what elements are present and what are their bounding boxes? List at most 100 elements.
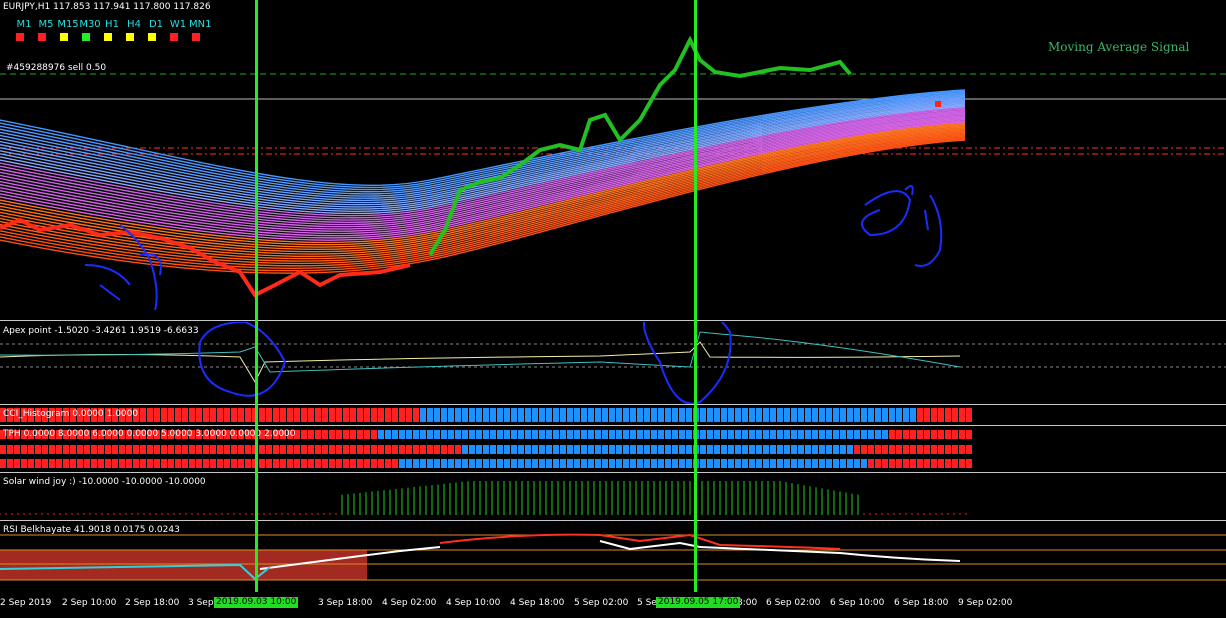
- tph-bar: [609, 459, 615, 468]
- tph-bar: [749, 445, 755, 454]
- tph-bar: [665, 445, 671, 454]
- cci-bar: [294, 408, 300, 422]
- cci-bar: [840, 408, 846, 422]
- tph-bar: [406, 430, 412, 439]
- tph-bar: [847, 459, 853, 468]
- rsi-panel[interactable]: RSI Belkhayate 41.9018 0.0175 0.0243: [0, 521, 1226, 592]
- tph-bar: [777, 445, 783, 454]
- vertical-marker-line[interactable]: [255, 0, 258, 592]
- cci-bar: [420, 408, 426, 422]
- tph-bar: [189, 459, 195, 468]
- tph-bar: [938, 459, 944, 468]
- tph-bar: [119, 445, 125, 454]
- tph-bar: [161, 445, 167, 454]
- tph-bar: [798, 459, 804, 468]
- vertical-marker-line[interactable]: [694, 0, 697, 592]
- cci-bar: [567, 408, 573, 422]
- tph-bar: [343, 459, 349, 468]
- tph-bar: [7, 445, 13, 454]
- cci-bar: [616, 408, 622, 422]
- tph-bar: [315, 430, 321, 439]
- tph-bar: [749, 459, 755, 468]
- cci-bar: [966, 408, 972, 422]
- tph-bar: [714, 445, 720, 454]
- tph-bar: [420, 430, 426, 439]
- tph-bar: [889, 459, 895, 468]
- tph-bar: [70, 445, 76, 454]
- tph-bar: [875, 430, 881, 439]
- cci-bar: [280, 408, 286, 422]
- price-panel[interactable]: EURJPY,H1 117.853 117.941 117.800 117.82…: [0, 0, 1226, 320]
- annotation-circle-left: [198, 322, 287, 397]
- tf-label[interactable]: M30: [79, 19, 101, 30]
- tph-bar: [399, 459, 405, 468]
- tph-bar: [168, 459, 174, 468]
- tf-label[interactable]: H1: [101, 19, 123, 30]
- tph-bar: [343, 430, 349, 439]
- cci-bar: [707, 408, 713, 422]
- tph-bar: [791, 459, 797, 468]
- tph-bar: [658, 430, 664, 439]
- tph-bar: [826, 459, 832, 468]
- tph-bar: [35, 459, 41, 468]
- tph-bar: [84, 459, 90, 468]
- solar-panel[interactable]: Solar wind joy :) -10.0000 -10.0000 -10.…: [0, 473, 1226, 520]
- tph-bar: [329, 445, 335, 454]
- tph-bar: [644, 459, 650, 468]
- tph-bar: [357, 445, 363, 454]
- tph-bar: [217, 459, 223, 468]
- tph-bar: [210, 445, 216, 454]
- tph-bar: [672, 430, 678, 439]
- tph-panel[interactable]: TPH 0.0000 8.0000 6.0000 0.0000 5.0000 3…: [0, 426, 1226, 472]
- tf-label[interactable]: D1: [145, 19, 167, 30]
- cci-bar: [364, 408, 370, 422]
- cci-chart: [0, 408, 972, 422]
- tph-bar: [63, 459, 69, 468]
- tph-bar: [385, 445, 391, 454]
- tph-bar: [259, 459, 265, 468]
- tph-bar: [910, 459, 916, 468]
- tph-bar: [336, 445, 342, 454]
- tf-label[interactable]: W1: [167, 19, 189, 30]
- cci-bar: [868, 408, 874, 422]
- cci-bar: [476, 408, 482, 422]
- tph-bar: [707, 459, 713, 468]
- cci-bar: [896, 408, 902, 422]
- cci-bar: [588, 408, 594, 422]
- tph-bar: [959, 459, 965, 468]
- tph-bar: [924, 445, 930, 454]
- tph-bar: [959, 430, 965, 439]
- tph-bar: [455, 445, 461, 454]
- tph-bar: [686, 445, 692, 454]
- tph-bar: [70, 459, 76, 468]
- tph-bar: [532, 459, 538, 468]
- tph-bar: [287, 459, 293, 468]
- tph-bar: [868, 430, 874, 439]
- tph-bar: [350, 459, 356, 468]
- tph-bar: [791, 445, 797, 454]
- cci-panel[interactable]: CCI_Histogram 0.0000 1.0000: [0, 405, 1226, 425]
- tph-bar: [322, 445, 328, 454]
- tf-label[interactable]: MN1: [189, 19, 211, 30]
- cci-bar: [469, 408, 475, 422]
- tph-bar: [511, 430, 517, 439]
- tf-label[interactable]: M5: [35, 19, 57, 30]
- tph-bar: [133, 459, 139, 468]
- tf-label[interactable]: M1: [13, 19, 35, 30]
- cci-bar: [245, 408, 251, 422]
- cci-bar: [938, 408, 944, 422]
- tph-bar: [385, 430, 391, 439]
- tph-bar: [504, 430, 510, 439]
- tph-bar: [196, 445, 202, 454]
- cci-bar: [742, 408, 748, 422]
- tf-label[interactable]: M15: [57, 19, 79, 30]
- tph-bar: [483, 430, 489, 439]
- apex-panel[interactable]: Apex point -1.5020 -3.4261 1.9519 -6.663…: [0, 322, 1226, 404]
- tph-bar: [861, 459, 867, 468]
- tph-bar: [427, 430, 433, 439]
- tph-bar: [392, 445, 398, 454]
- cci-bar: [581, 408, 587, 422]
- cci-bar: [343, 408, 349, 422]
- tf-label[interactable]: H4: [123, 19, 145, 30]
- tph-bar: [406, 445, 412, 454]
